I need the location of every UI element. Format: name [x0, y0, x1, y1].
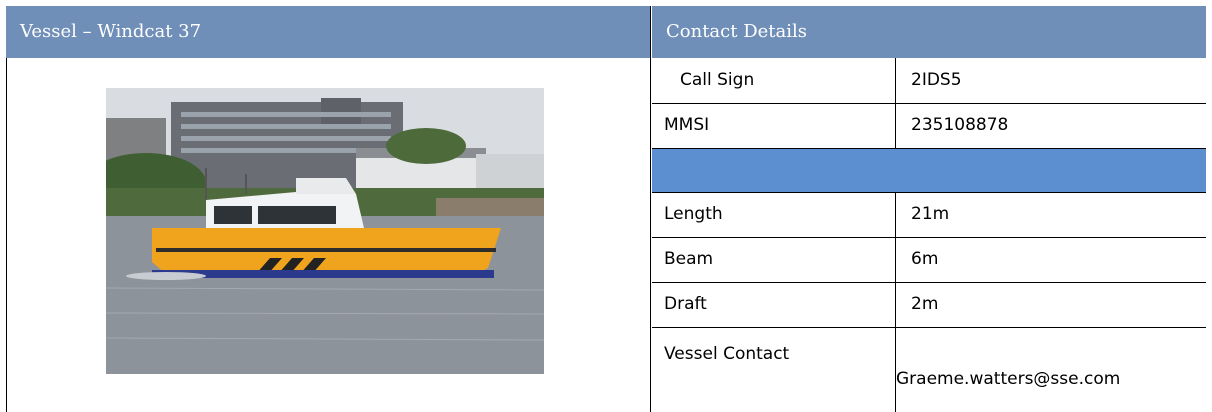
- length-value: 21m: [911, 204, 950, 224]
- section-band: [652, 148, 1206, 192]
- contact-header: Contact Details: [652, 6, 1206, 58]
- length-label: Length: [664, 204, 723, 224]
- beam-label: Beam: [664, 249, 714, 269]
- call-sign-label: Call Sign: [680, 70, 755, 90]
- left-border: [6, 58, 7, 412]
- row-line: [652, 327, 1206, 328]
- beam-value: 6m: [911, 249, 939, 269]
- call-sign-value: 2IDS5: [911, 70, 962, 90]
- draft-value: 2m: [911, 294, 939, 314]
- vessel-header: Vessel – Windcat 37: [6, 6, 650, 58]
- draft-label: Draft: [664, 294, 707, 314]
- vessel-contact-label: Vessel Contact: [664, 344, 790, 364]
- row-line: [652, 192, 1206, 193]
- row-line: [652, 282, 1206, 283]
- column-divider-main: [650, 6, 651, 412]
- row-line: [652, 237, 1206, 238]
- row-line: [652, 103, 1206, 104]
- vessel-photo: [106, 88, 544, 374]
- vessel-title: Vessel – Windcat 37: [20, 21, 202, 42]
- row-line: [652, 148, 1206, 149]
- mmsi-value: 235108878: [911, 115, 1009, 135]
- contact-title: Contact Details: [666, 21, 808, 42]
- mmsi-label: MMSI: [664, 115, 710, 135]
- vessel-contact-value: Graeme.watters@sse.com: [896, 369, 1121, 389]
